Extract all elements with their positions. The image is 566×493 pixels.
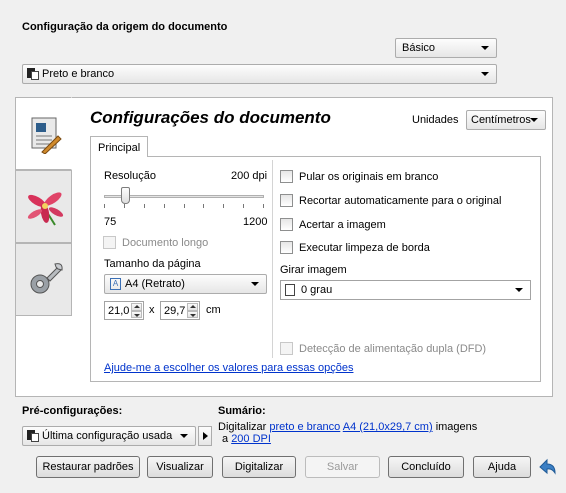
help-button[interactable]: Ajuda (473, 456, 531, 478)
page-size-select[interactable]: A A4 (Retrato) (104, 274, 267, 294)
chevron-right-icon (203, 432, 208, 440)
checkbox-box (280, 218, 293, 231)
slider-min-label: 75 (104, 216, 117, 228)
dfd-checkbox[interactable]: Detecção de alimentação dupla (DFD) (280, 342, 486, 355)
rotate-value: 0 grau (301, 284, 333, 296)
chevron-down-icon (180, 434, 188, 438)
option-label: Pular os originais em branco (299, 170, 439, 183)
summary-middle: imagens (435, 421, 478, 433)
presets-label: Pré-configurações: (22, 405, 123, 417)
resolution-slider[interactable] (104, 186, 264, 212)
summary-color-link[interactable]: preto e branco (269, 421, 340, 433)
page-size-label: Tamanho da página (104, 258, 201, 270)
stepper-arrows[interactable] (131, 303, 142, 318)
option-checkbox[interactable]: Pular os originais em branco (280, 170, 438, 183)
long-document-label: Documento longo (122, 236, 209, 249)
summary-label: Sumário: (218, 405, 266, 417)
long-document-checkbox[interactable]: Documento longo (103, 236, 208, 249)
width-value: 21,0 (108, 304, 130, 317)
done-button[interactable]: Concluído (388, 456, 464, 478)
slider-max-label: 1200 (243, 216, 268, 228)
checkbox-box (280, 342, 293, 355)
option-checkbox[interactable]: Executar limpeza de borda (280, 241, 430, 254)
height-value: 29,7 (164, 304, 186, 317)
page-size-value: A4 (Retrato) (125, 278, 185, 290)
tab-image-settings[interactable] (15, 170, 72, 243)
checkbox-box (280, 194, 293, 207)
chevron-down-icon (251, 282, 259, 286)
slider-tick (104, 204, 105, 208)
document-settings-title: Configurações do documento (90, 108, 331, 127)
slider-ticks (104, 204, 264, 208)
save-button[interactable]: Salvar (305, 456, 380, 478)
resolution-label: Resolução (104, 170, 156, 182)
stepper-arrows[interactable] (187, 303, 198, 318)
option-checkbox[interactable]: Recortar automaticamente para o original (280, 194, 501, 207)
slider-tick (164, 204, 165, 208)
checkbox-box (280, 170, 293, 183)
chevron-down-icon (515, 288, 523, 292)
dfd-label: Detecção de alimentação dupla (DFD) (299, 342, 487, 355)
chevron-down-icon (530, 118, 538, 122)
restore-defaults-button[interactable]: Restaurar padrões (36, 456, 140, 478)
option-label: Recortar automaticamente para o original (299, 194, 502, 207)
resolution-value: 200 dpi (231, 170, 268, 182)
presets-menu-button[interactable] (198, 426, 212, 446)
size-unit: cm (206, 304, 221, 316)
page-size-icon: A (110, 278, 121, 290)
tab-principal-label: Principal (98, 142, 141, 154)
tab-advanced-settings[interactable] (15, 243, 72, 316)
flower-icon (27, 192, 64, 226)
units-label: Unidades (412, 114, 459, 126)
document-settings-icon (31, 117, 62, 154)
tools-icon (30, 263, 63, 294)
bw-document-icon (27, 430, 39, 442)
slider-tick (223, 204, 224, 208)
summary-a: a (222, 433, 229, 445)
back-arrow-icon[interactable] (537, 458, 557, 476)
checkbox-box (103, 236, 116, 249)
scan-button[interactable]: Digitalizar (222, 456, 296, 478)
presets-select[interactable]: Última configuração usada (22, 426, 196, 446)
slider-tick (243, 204, 244, 208)
summary-prefix: Digitalizar (218, 421, 267, 433)
tab-document-settings[interactable] (15, 97, 72, 170)
slider-thumb[interactable] (121, 187, 130, 204)
mode-select[interactable]: Básico (395, 38, 497, 58)
rotate-icon (285, 284, 295, 296)
width-stepper[interactable]: 21,0 (104, 301, 144, 320)
units-select[interactable]: Centímetros (466, 110, 546, 130)
rotate-label: Girar imagem (280, 264, 347, 276)
source-select[interactable]: Preto e branco (22, 64, 497, 84)
summary-dpi-link[interactable]: 200 DPI (231, 433, 271, 445)
help-choose-link[interactable]: Ajude-me a escolher os valores para essa… (104, 362, 353, 374)
units-select-value: Centímetros (471, 114, 531, 126)
option-checkbox[interactable]: Acertar a imagem (280, 218, 386, 231)
checkbox-box (280, 241, 293, 254)
column-divider (272, 160, 273, 358)
slider-tick (144, 204, 145, 208)
option-label: Executar limpeza de borda (299, 241, 430, 254)
summary-text: Digitalizar preto e branco A4 (21,0x29,7… (218, 421, 488, 445)
chevron-down-icon (481, 72, 489, 76)
size-times: x (149, 304, 155, 316)
slider-tick (124, 204, 125, 208)
source-select-value: Preto e branco (42, 68, 115, 80)
summary-size-link[interactable]: A4 (21,0x29,7 cm) (343, 421, 433, 433)
rotate-select[interactable]: 0 grau (280, 280, 531, 300)
presets-value: Última configuração usada (42, 430, 173, 442)
mode-select-value: Básico (402, 42, 436, 54)
option-label: Acertar a imagem (299, 218, 386, 231)
slider-tick (184, 204, 185, 208)
source-section-title: Configuração da origem do documento (22, 21, 228, 33)
bw-document-icon (27, 68, 39, 80)
slider-tick (263, 204, 264, 208)
slider-tick (203, 204, 204, 208)
chevron-down-icon (481, 46, 489, 50)
tab-principal[interactable]: Principal (90, 136, 148, 157)
height-stepper[interactable]: 29,7 (160, 301, 200, 320)
preview-button[interactable]: Visualizar (147, 456, 213, 478)
